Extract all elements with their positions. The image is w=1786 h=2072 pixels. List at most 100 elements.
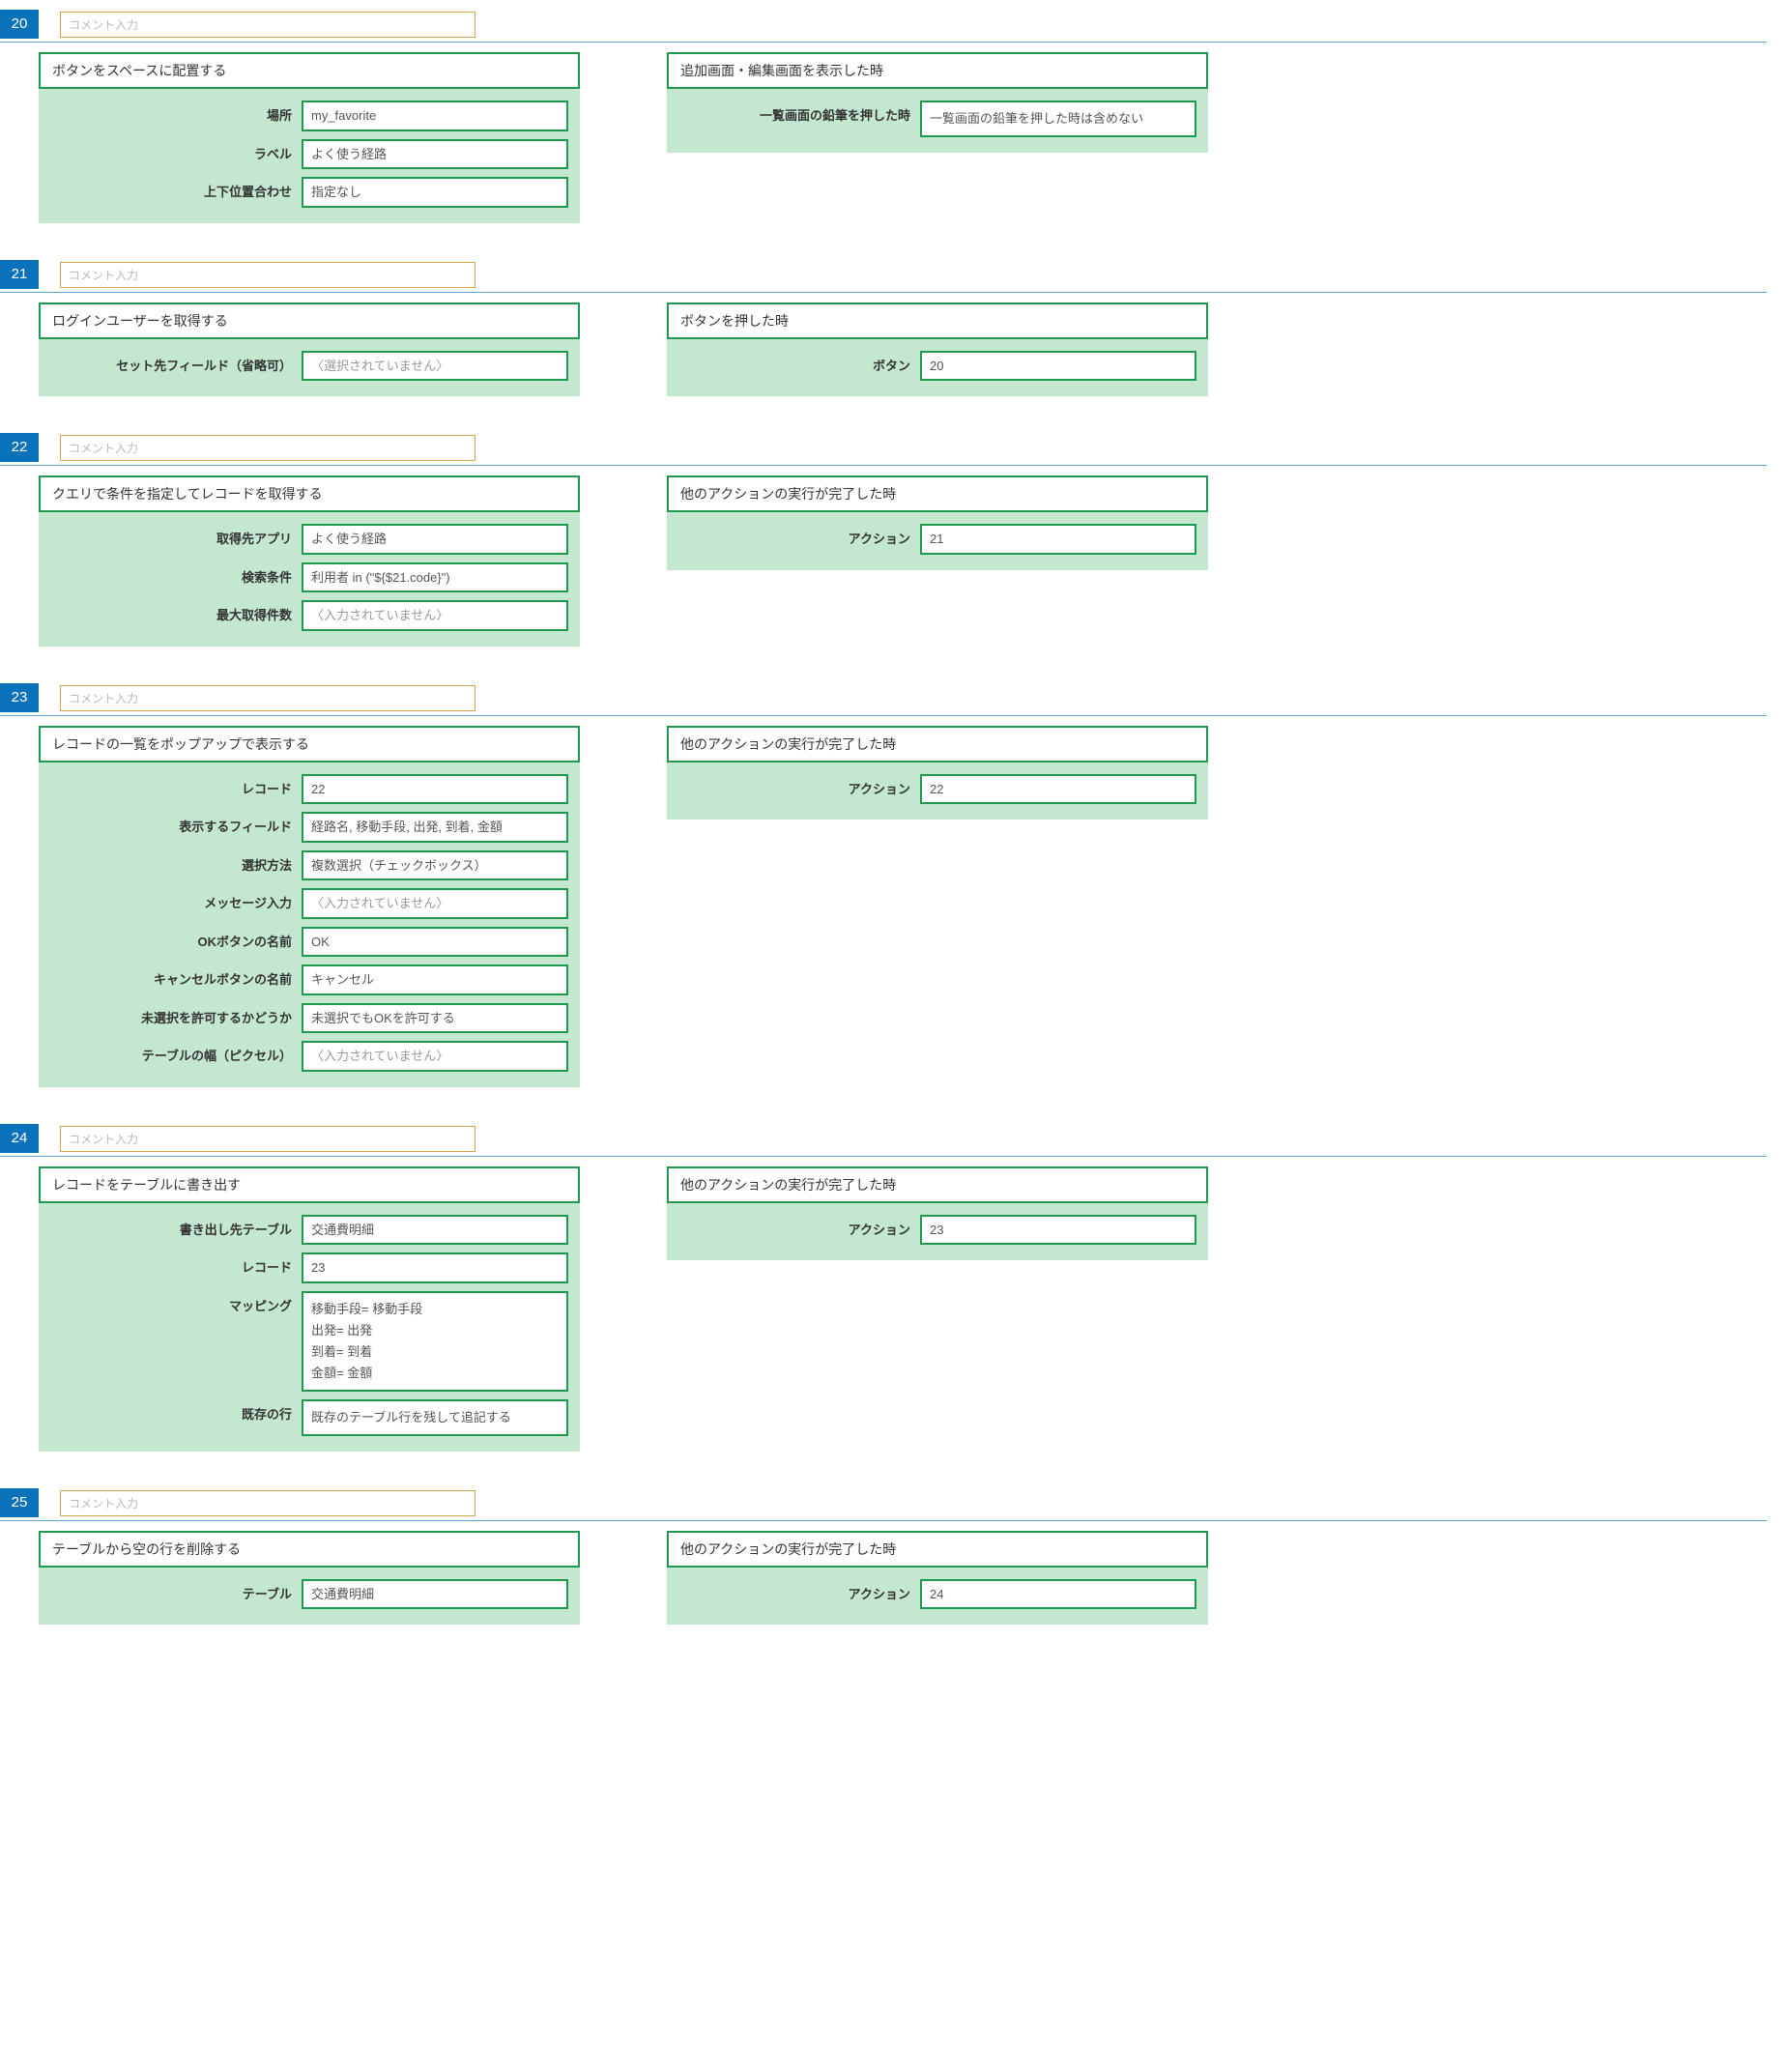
card-body: レコード22表示するフィールド経路名, 移動手段, 出発, 到着, 金額選択方法… — [39, 763, 580, 1087]
card-title[interactable]: 追加画面・編集画面を表示した時 — [667, 52, 1208, 89]
field-value[interactable]: 24 — [920, 1579, 1196, 1610]
field-value[interactable]: 22 — [302, 774, 568, 805]
comment-input[interactable]: コメント入力 — [60, 12, 475, 38]
field-value[interactable]: 移動手段= 移動手段 出発= 出発 到着= 到着 金額= 金額 — [302, 1291, 568, 1392]
field-value[interactable]: 20 — [920, 351, 1196, 382]
field-value[interactable]: 利用者 in ("${$21.code}") — [302, 562, 568, 593]
trigger-card: 追加画面・編集画面を表示した時一覧画面の鉛筆を押した時一覧画面の鉛筆を押した時は… — [667, 52, 1208, 223]
block-columns: レコードをテーブルに書き出す書き出し先テーブル交通費明細レコード23マッピング移… — [0, 1166, 1767, 1452]
field-label: 場所 — [50, 101, 302, 124]
field-value[interactable]: 経路名, 移動手段, 出発, 到着, 金額 — [302, 812, 568, 843]
card-body: 書き出し先テーブル交通費明細レコード23マッピング移動手段= 移動手段 出発= … — [39, 1203, 580, 1452]
card-body: 場所my_favoriteラベルよく使う経路上下位置合わせ指定なし — [39, 89, 580, 223]
block-header: 25 コメント入力 — [0, 1488, 1767, 1521]
field-value[interactable]: よく使う経路 — [302, 524, 568, 555]
card-title[interactable]: レコードの一覧をポップアップで表示する — [39, 726, 580, 763]
block-header: 24コメント入力 — [0, 1124, 1767, 1157]
card-body: アクション23 — [667, 1203, 1208, 1261]
card-title[interactable]: ボタンを押した時 — [667, 302, 1208, 339]
field-value[interactable]: 未選択でもOKを許可する — [302, 1003, 568, 1034]
comment-input[interactable]: コメント入力 — [60, 435, 475, 461]
field-label: アクション — [678, 524, 920, 547]
field-row: マッピング移動手段= 移動手段 出発= 出発 到着= 到着 金額= 金額 — [50, 1291, 568, 1392]
action-card: テーブルから空の行を削除するテーブル交通費明細 — [39, 1531, 580, 1626]
comment-input[interactable]: コメント入力 — [60, 1490, 475, 1516]
field-value[interactable]: よく使う経路 — [302, 139, 568, 170]
field-label: レコード — [50, 1252, 302, 1276]
field-label: 選択方法 — [50, 850, 302, 874]
comment-input[interactable]: コメント入力 — [60, 1126, 475, 1152]
comment-input[interactable]: コメント入力 — [60, 262, 475, 288]
field-value[interactable]: 23 — [302, 1252, 568, 1283]
field-label: 検索条件 — [50, 562, 302, 586]
card-title[interactable]: 他のアクションの実行が完了した時 — [667, 726, 1208, 763]
field-label: メッセージ入力 — [50, 888, 302, 911]
card-body: 取得先アプリよく使う経路検索条件利用者 in ("${$21.code}")最大… — [39, 512, 580, 647]
block-number: 25 — [0, 1488, 39, 1517]
card-title[interactable]: 他のアクションの実行が完了した時 — [667, 1166, 1208, 1203]
field-row: レコード22 — [50, 774, 568, 805]
card-title[interactable]: クエリで条件を指定してレコードを取得する — [39, 475, 580, 512]
card-body: アクション24 — [667, 1568, 1208, 1626]
field-value[interactable]: 交通費明細 — [302, 1579, 568, 1610]
field-label: ラベル — [50, 139, 302, 162]
field-label: テーブルの幅（ピクセル） — [50, 1041, 302, 1064]
field-label: OKボタンの名前 — [50, 927, 302, 950]
field-row: テーブル交通費明細 — [50, 1579, 568, 1610]
block-header: 22 コメント入力 — [0, 433, 1767, 466]
field-value[interactable]: OK — [302, 927, 568, 958]
field-label: 書き出し先テーブル — [50, 1215, 302, 1238]
field-label: 既存の行 — [50, 1399, 302, 1423]
card-title[interactable]: ログインユーザーを取得する — [39, 302, 580, 339]
card-title[interactable]: テーブルから空の行を削除する — [39, 1531, 580, 1568]
field-label: 一覧画面の鉛筆を押した時 — [678, 101, 920, 124]
field-value[interactable]: 交通費明細 — [302, 1215, 568, 1246]
field-value[interactable]: 23 — [920, 1215, 1196, 1246]
action-card: レコードをテーブルに書き出す書き出し先テーブル交通費明細レコード23マッピング移… — [39, 1166, 580, 1452]
field-value[interactable]: 21 — [920, 524, 1196, 555]
field-value[interactable]: キャンセル — [302, 964, 568, 995]
field-row: アクション21 — [678, 524, 1196, 555]
field-row: 書き出し先テーブル交通費明細 — [50, 1215, 568, 1246]
field-value[interactable]: 22 — [920, 774, 1196, 805]
comment-input[interactable]: コメント入力 — [60, 685, 475, 711]
field-value[interactable]: 複数選択（チェックボックス） — [302, 850, 568, 881]
field-value[interactable]: 既存のテーブル行を残して追記する — [302, 1399, 568, 1436]
field-row: 場所my_favorite — [50, 101, 568, 131]
action-block: 22 コメント入力クエリで条件を指定してレコードを取得する取得先アプリよく使う経路… — [0, 433, 1767, 647]
block-columns: レコードの一覧をポップアップで表示するレコード22表示するフィールド経路名, 移… — [0, 726, 1767, 1087]
field-row: セット先フィールド（省略可）〈選択されていません〉 — [50, 351, 568, 382]
field-value[interactable]: 指定なし — [302, 177, 568, 208]
field-row: 一覧画面の鉛筆を押した時一覧画面の鉛筆を押した時は含めない — [678, 101, 1196, 137]
field-value[interactable]: 〈入力されていません〉 — [302, 888, 568, 919]
field-row: キャンセルボタンの名前キャンセル — [50, 964, 568, 995]
field-label: テーブル — [50, 1579, 302, 1602]
action-block: 23コメント入力レコードの一覧をポップアップで表示するレコード22表示するフィー… — [0, 683, 1767, 1087]
card-title[interactable]: 他のアクションの実行が完了した時 — [667, 475, 1208, 512]
trigger-card: 他のアクションの実行が完了した時アクション23 — [667, 1166, 1208, 1452]
field-value[interactable]: 〈入力されていません〉 — [302, 600, 568, 631]
field-value[interactable]: my_favorite — [302, 101, 568, 131]
block-columns: テーブルから空の行を削除するテーブル交通費明細 他のアクションの実行が完了した時ア… — [0, 1531, 1767, 1626]
field-value[interactable]: 一覧画面の鉛筆を押した時は含めない — [920, 101, 1196, 137]
block-columns: クエリで条件を指定してレコードを取得する取得先アプリよく使う経路検索条件利用者 … — [0, 475, 1767, 647]
block-columns: ボタンをスペースに配置する場所my_favoriteラベルよく使う経路上下位置合… — [0, 52, 1767, 223]
field-row: 既存の行既存のテーブル行を残して追記する — [50, 1399, 568, 1436]
trigger-card: 他のアクションの実行が完了した時アクション22 — [667, 726, 1208, 1087]
field-value[interactable]: 〈選択されていません〉 — [302, 351, 568, 382]
block-number: 22 — [0, 433, 39, 462]
field-label: 上下位置合わせ — [50, 177, 302, 200]
card-title[interactable]: 他のアクションの実行が完了した時 — [667, 1531, 1208, 1568]
card-body: ボタン20 — [667, 339, 1208, 397]
block-columns: ログインユーザーを取得するセット先フィールド（省略可）〈選択されていません〉 ボタ… — [0, 302, 1767, 397]
action-card: レコードの一覧をポップアップで表示するレコード22表示するフィールド経路名, 移… — [39, 726, 580, 1087]
field-row: 検索条件利用者 in ("${$21.code}") — [50, 562, 568, 593]
card-title[interactable]: ボタンをスペースに配置する — [39, 52, 580, 89]
action-card: ログインユーザーを取得するセット先フィールド（省略可）〈選択されていません〉 — [39, 302, 580, 397]
action-card: ボタンをスペースに配置する場所my_favoriteラベルよく使う経路上下位置合… — [39, 52, 580, 223]
card-body: セット先フィールド（省略可）〈選択されていません〉 — [39, 339, 580, 397]
field-row: ラベルよく使う経路 — [50, 139, 568, 170]
action-block: 24コメント入力レコードをテーブルに書き出す書き出し先テーブル交通費明細レコード… — [0, 1124, 1767, 1452]
field-value[interactable]: 〈入力されていません〉 — [302, 1041, 568, 1072]
card-title[interactable]: レコードをテーブルに書き出す — [39, 1166, 580, 1203]
